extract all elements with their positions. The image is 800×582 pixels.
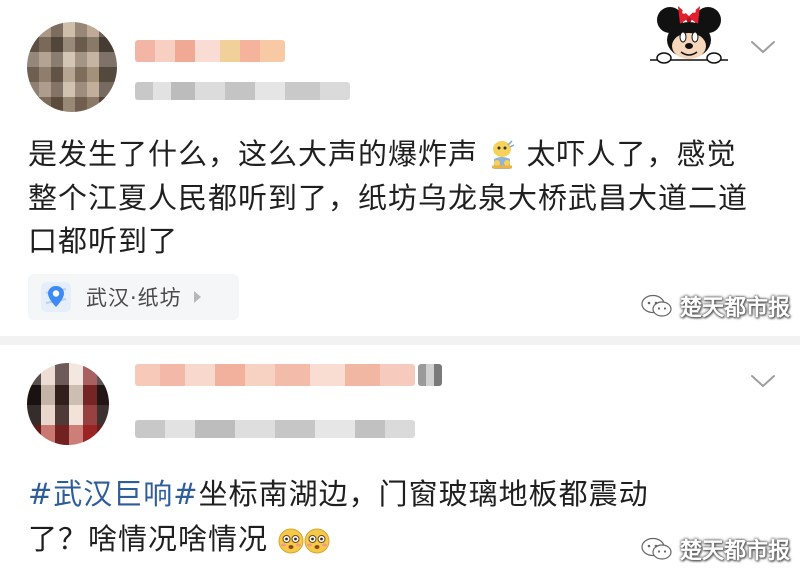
post-text-line: 口都听到了	[28, 224, 179, 258]
flushed-face-emoji-icon	[304, 528, 330, 554]
flushed-face-emoji-icon	[278, 528, 304, 554]
scared-emoji-icon	[492, 140, 515, 169]
location-label: 武汉·纸坊	[86, 286, 182, 310]
avatar[interactable]	[27, 22, 117, 112]
chevron-down-icon[interactable]	[750, 372, 776, 390]
post-meta-blurred	[135, 420, 415, 438]
watermark-text: 楚天都市报	[680, 539, 791, 564]
post-text-line: 了？啥情况啥情况	[28, 518, 330, 560]
chevron-down-icon[interactable]	[750, 38, 776, 56]
location-pin-icon	[41, 282, 71, 312]
post-text-line: #武汉巨响#坐标南湖边，门窗玻璃地板都震动	[28, 477, 649, 511]
username-blurred[interactable]	[135, 40, 285, 62]
caret-right-icon	[193, 291, 201, 303]
watermark: 楚天都市报	[640, 533, 790, 565]
post-card-1: 是发生了什么，这么大声的爆炸声 太吓人了，感觉 整个江夏人民都听到了，纸坊乌龙泉…	[0, 0, 800, 336]
wechat-icon	[641, 537, 672, 560]
post-text-line: 是发生了什么，这么大声的爆炸声 太吓人了，感觉	[28, 137, 737, 171]
username-blurred[interactable]	[135, 364, 415, 386]
minnie-mouse-sticker	[650, 6, 728, 64]
post-text-line: 整个江夏人民都听到了，纸坊乌龙泉大桥武昌大道二道	[28, 181, 749, 215]
topic-hashtag[interactable]: #武汉巨响#	[28, 477, 199, 511]
watermark: 楚天都市报	[640, 290, 790, 322]
user-badge-blurred	[418, 364, 442, 386]
wechat-icon	[641, 294, 672, 317]
divider	[0, 336, 800, 345]
watermark-text: 楚天都市报	[680, 296, 791, 321]
avatar[interactable]	[27, 363, 109, 445]
post-meta-blurred	[135, 82, 350, 100]
location-tag[interactable]: 武汉·纸坊	[28, 274, 239, 320]
